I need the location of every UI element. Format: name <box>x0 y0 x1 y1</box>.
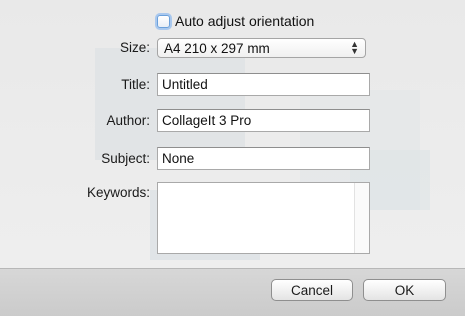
cancel-button[interactable]: Cancel <box>271 279 353 301</box>
author-field-value: CollageIt 3 Pro <box>162 113 252 128</box>
size-label: Size: <box>119 40 150 55</box>
subject-field-value: None <box>162 151 195 166</box>
auto-adjust-orientation-label[interactable]: Auto adjust orientation <box>175 13 314 29</box>
background-photo <box>95 48 245 160</box>
auto-adjust-orientation-option[interactable]: Auto adjust orientation <box>157 12 314 30</box>
author-field[interactable]: CollageIt 3 Pro <box>157 109 370 132</box>
keywords-scrollbar[interactable] <box>354 183 369 253</box>
title-label: Title: <box>121 77 150 92</box>
size-select-value: A4 210 x 297 mm <box>164 40 270 56</box>
export-sheet: Auto adjust orientation Size: A4 210 x 2… <box>0 0 465 316</box>
up-down-chevron-icon: ▲ ▼ <box>350 39 359 56</box>
author-label: Author: <box>106 113 150 128</box>
ok-button[interactable]: OK <box>363 279 446 301</box>
size-select[interactable]: A4 210 x 297 mm ▲ ▼ <box>157 38 366 58</box>
keywords-textarea[interactable] <box>157 182 370 254</box>
title-field-value: Untitled <box>162 77 208 92</box>
auto-adjust-orientation-checkbox[interactable] <box>157 14 170 28</box>
subject-field[interactable]: None <box>157 147 370 170</box>
subject-label: Subject: <box>101 151 150 166</box>
keywords-label: Keywords: <box>86 185 150 200</box>
title-field[interactable]: Untitled <box>157 73 370 96</box>
